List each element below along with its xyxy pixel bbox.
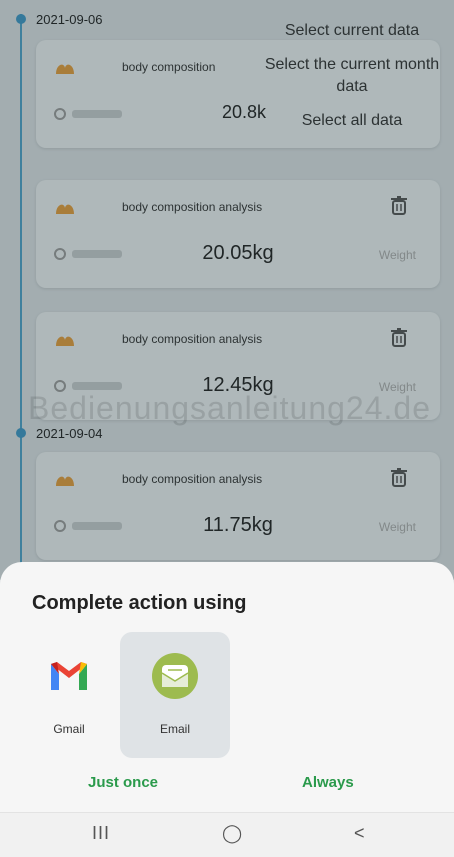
app-label: Email	[159, 722, 190, 736]
app-screen: 2021-09-06 body composition 20.8k body c…	[0, 0, 454, 857]
gmail-icon	[51, 662, 87, 690]
sheet-title: Complete action using	[32, 592, 247, 614]
always-button[interactable]: Always	[302, 774, 354, 791]
just-once-button[interactable]: Just once	[88, 774, 158, 791]
back-icon[interactable]: <	[354, 823, 365, 844]
email-icon	[152, 653, 198, 699]
recents-icon[interactable]: III	[92, 823, 110, 844]
app-option-gmail[interactable]: Gmail	[14, 632, 124, 758]
dim-overlay[interactable]	[0, 0, 454, 580]
app-label: Gmail	[53, 722, 85, 736]
navigation-bar: III ◯ <	[0, 812, 454, 857]
home-icon[interactable]: ◯	[222, 823, 242, 844]
app-option-email[interactable]: Email	[120, 632, 230, 758]
